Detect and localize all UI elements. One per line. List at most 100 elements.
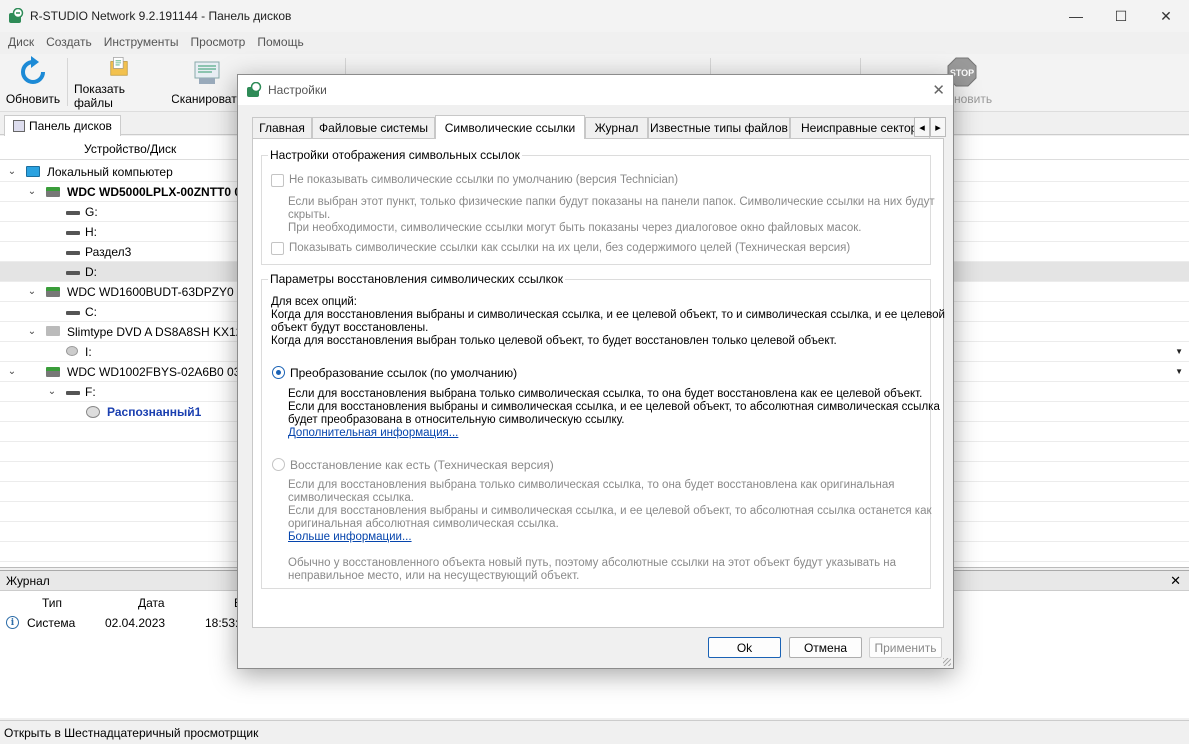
scan-label: Сканировать bbox=[172, 92, 242, 106]
menu-view[interactable]: Просмотр bbox=[187, 35, 250, 49]
hard-disk-icon bbox=[46, 287, 60, 297]
toolbar-separator bbox=[67, 58, 68, 106]
menu-help[interactable]: Помощь bbox=[253, 35, 307, 49]
hide-symlinks-checkbox[interactable] bbox=[271, 174, 284, 187]
resize-grip-icon[interactable] bbox=[943, 658, 951, 666]
restore-note: Обычно у восстановленного объекта новый … bbox=[288, 557, 897, 569]
column-device[interactable]: Устройство/Диск bbox=[84, 142, 176, 156]
refresh-label: Обновить bbox=[5, 92, 61, 106]
tab-journal[interactable]: Журнал bbox=[585, 117, 648, 138]
journal-type: Система bbox=[27, 616, 76, 630]
scan-button[interactable]: Сканировать bbox=[172, 56, 242, 110]
stop-label: новить bbox=[954, 92, 993, 106]
disk-panel-label: Панель дисков bbox=[29, 119, 112, 133]
collapse-icon[interactable]: ⌄ bbox=[46, 386, 58, 398]
show-as-target-label[interactable]: Показывать символические ссылки как ссыл… bbox=[289, 242, 850, 254]
settings-tabs: Главная Файловые системы Символические с… bbox=[252, 115, 946, 139]
r-studio-app-icon bbox=[9, 8, 24, 23]
hide-symlinks-desc: При необходимости, символические ссылки … bbox=[288, 222, 862, 234]
restore-as-is-desc: оригинальная абсолютная символическая сс… bbox=[288, 518, 559, 530]
tree-label: D: bbox=[85, 264, 97, 279]
tree-label: WDC WD1600BUDT-63DPZY0 01 bbox=[67, 284, 251, 299]
restore-as-is-label[interactable]: Восстановление как есть (Техническая вер… bbox=[290, 458, 554, 472]
menu-bar: Диск Создать Инструменты Просмотр Помощь bbox=[0, 32, 1189, 52]
convert-links-label[interactable]: Преобразование ссылок (по умолчанию) bbox=[290, 366, 517, 380]
show-as-target-checkbox[interactable] bbox=[271, 242, 284, 255]
dropdown-arrow-icon[interactable]: ▼ bbox=[1175, 347, 1183, 356]
column-type[interactable]: Тип bbox=[42, 596, 62, 610]
tree-label: C: bbox=[85, 304, 97, 319]
all-options-heading: Для всех опций: bbox=[271, 296, 357, 308]
tree-label: F: bbox=[85, 384, 96, 399]
tab-main[interactable]: Главная bbox=[252, 117, 312, 138]
ok-button[interactable]: Ok bbox=[708, 637, 781, 658]
menu-create[interactable]: Создать bbox=[42, 35, 96, 49]
tree-label: WDC WD1002FBYS-02A6B0 03.00 bbox=[67, 364, 258, 379]
convert-links-radio[interactable] bbox=[272, 366, 285, 379]
partition-icon bbox=[66, 251, 80, 255]
info-icon: i bbox=[6, 616, 19, 629]
tab-known-file-types[interactable]: Известные типы файлов bbox=[648, 117, 790, 138]
tree-label: G: bbox=[85, 204, 98, 219]
recognized-partition-icon bbox=[86, 406, 100, 418]
tree-label: Локальный компьютер bbox=[47, 164, 173, 179]
dialog-titlebar: Настройки ✕ bbox=[238, 75, 953, 105]
all-options-text: объект будут восстановлены. bbox=[271, 322, 429, 334]
disc-icon bbox=[66, 346, 78, 356]
hide-symlinks-label[interactable]: Не показывать символические ссылки по ум… bbox=[289, 174, 678, 186]
window-title: R-STUDIO Network 9.2.191144 - Панель дис… bbox=[30, 9, 292, 23]
convert-links-desc: Если для восстановления выбрана только с… bbox=[288, 388, 923, 400]
restore-as-is-desc: Если для восстановления выбрана только с… bbox=[288, 479, 895, 491]
collapse-icon[interactable]: ⌄ bbox=[26, 326, 38, 338]
restore-as-is-desc: символическая ссылка. bbox=[288, 492, 414, 504]
partition-icon bbox=[66, 311, 80, 315]
minimize-button[interactable]: — bbox=[1053, 0, 1099, 32]
refresh-button[interactable]: Обновить bbox=[6, 56, 60, 110]
status-text: Открыть в Шестнадцатеричный просмотрщик bbox=[4, 725, 259, 740]
show-files-label: Показать файлы bbox=[74, 82, 126, 110]
hide-symlinks-desc: Если выбран этот пункт, только физически… bbox=[288, 196, 935, 208]
collapse-icon[interactable]: ⌄ bbox=[6, 366, 18, 378]
close-window-button[interactable]: ✕ bbox=[1143, 0, 1189, 32]
close-dialog-icon[interactable]: ✕ bbox=[932, 81, 945, 99]
maximize-button[interactable]: ☐ bbox=[1098, 0, 1144, 32]
menu-tools[interactable]: Инструменты bbox=[100, 35, 183, 49]
dropdown-arrow-icon[interactable]: ▼ bbox=[1175, 367, 1183, 376]
column-date[interactable]: Дата bbox=[138, 596, 165, 610]
tab-disk-panel[interactable]: Панель дисков bbox=[4, 115, 121, 136]
restore-as-is-radio[interactable] bbox=[272, 458, 285, 471]
display-settings-group: Настройки отображения символьных ссылок … bbox=[261, 148, 935, 265]
tab-file-systems[interactable]: Файловые системы bbox=[312, 117, 435, 138]
tab-scroll-left-icon[interactable]: ◂ bbox=[914, 117, 930, 137]
collapse-icon[interactable]: ⌄ bbox=[6, 166, 18, 178]
menu-disk[interactable]: Диск bbox=[4, 35, 38, 49]
restore-settings-group: Параметры восстановления символических с… bbox=[261, 272, 945, 589]
show-files-button[interactable]: Показать файлы bbox=[74, 56, 164, 110]
tab-bad-sectors[interactable]: Неисправные сектора bbox=[790, 117, 930, 138]
more-info-link[interactable]: Дополнительная информация... bbox=[288, 427, 458, 439]
hard-disk-icon bbox=[46, 187, 60, 197]
journal-date: 02.04.2023 bbox=[105, 616, 166, 630]
optical-drive-icon bbox=[46, 326, 60, 336]
collapse-icon[interactable]: ⌄ bbox=[26, 186, 38, 198]
hard-disk-icon bbox=[46, 367, 60, 377]
apply-button[interactable]: Применить bbox=[869, 637, 942, 658]
partition-icon bbox=[66, 211, 80, 215]
all-options-text: Когда для восстановления выбран только ц… bbox=[271, 335, 837, 347]
window-titlebar: R-STUDIO Network 9.2.191144 - Панель дис… bbox=[0, 0, 1189, 32]
tree-label: WDC WD5000LPLX-00ZNTT0 0 bbox=[67, 184, 242, 199]
tab-symbolic-links[interactable]: Символические ссылки bbox=[435, 115, 585, 139]
tree-label: Распознанный1 bbox=[107, 404, 202, 419]
settings-dialog: Настройки ✕ Главная Файловые системы Сим… bbox=[237, 74, 954, 669]
tree-label: Раздел3 bbox=[85, 244, 132, 259]
cancel-button[interactable]: Отмена bbox=[789, 637, 862, 658]
disk-panel-icon bbox=[13, 120, 25, 132]
display-group-legend: Настройки отображения символьных ссылок bbox=[268, 148, 522, 162]
r-studio-app-icon bbox=[247, 82, 262, 97]
tree-label: H: bbox=[85, 224, 97, 239]
collapse-icon[interactable]: ⌄ bbox=[26, 286, 38, 298]
status-bar: Открыть в Шестнадцатеричный просмотрщик bbox=[0, 720, 1189, 744]
more-info-link-2[interactable]: Больше информации... bbox=[288, 531, 412, 543]
close-journal-icon[interactable]: ✕ bbox=[1170, 573, 1181, 589]
tab-scroll-right-icon[interactable]: ▸ bbox=[930, 117, 946, 137]
